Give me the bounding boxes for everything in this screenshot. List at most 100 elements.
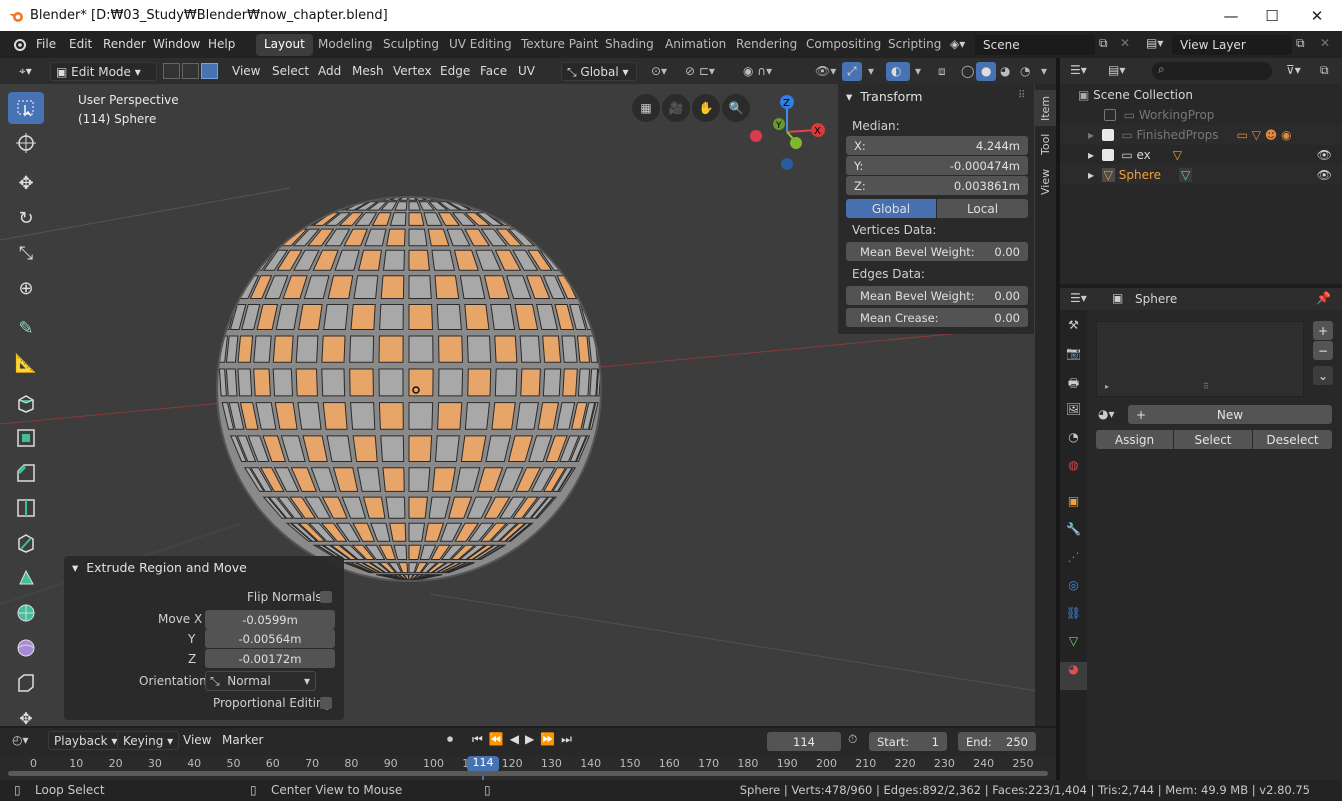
menu-file[interactable]: File (36, 37, 56, 51)
record-icon[interactable]: ⏺ (447, 732, 453, 747)
add-slot-button[interactable]: + (1313, 321, 1333, 340)
menu-help[interactable]: Help (208, 37, 235, 51)
sphere-face[interactable] (408, 368, 434, 397)
sphere-face[interactable] (408, 249, 430, 271)
tab-rendering[interactable]: Rendering (736, 37, 797, 51)
measure-tool-icon[interactable]: 📐 (8, 347, 44, 379)
shading-dropdown-icon[interactable]: ▾ (1036, 62, 1052, 81)
header-menu-add[interactable]: Add (313, 62, 346, 81)
edge-select-icon[interactable] (182, 63, 199, 79)
overlay-icon[interactable]: ◐ (886, 62, 910, 81)
global-toggle[interactable]: Global (846, 199, 936, 218)
tab-shading[interactable]: Shading (605, 37, 654, 51)
sphere-face[interactable] (434, 435, 460, 462)
sphere-face[interactable] (380, 275, 405, 299)
material-tab-icon[interactable]: ◕ (1060, 662, 1087, 690)
smooth-tool-icon[interactable] (8, 632, 44, 664)
end-frame-field[interactable]: End: 250 (958, 732, 1036, 751)
scene-collection-row[interactable]: ▣ Scene Collection (1078, 88, 1193, 102)
poly-build-tool-icon[interactable] (8, 562, 44, 594)
sphere-face[interactable] (437, 402, 463, 430)
sphere-face[interactable] (353, 275, 379, 299)
clock-icon[interactable]: ⏱ (848, 732, 857, 747)
sphere-face[interactable] (436, 304, 462, 330)
remove-slot-button[interactable]: − (1313, 341, 1333, 360)
start-frame-field[interactable]: Start: 1 (869, 732, 947, 751)
render-tab-icon[interactable]: 📷 (1060, 346, 1087, 374)
assign-button[interactable]: Assign (1096, 430, 1173, 449)
sphere-face[interactable] (408, 496, 428, 519)
eye-icon[interactable]: 👁 (1317, 168, 1332, 182)
move-z-field[interactable]: -0.00172m (205, 649, 335, 668)
proportional-editing-checkbox[interactable] (320, 697, 332, 709)
face-select-icon[interactable] (201, 63, 218, 79)
tab-tool[interactable]: Tool (1035, 128, 1056, 160)
sphere-face[interactable] (408, 522, 426, 542)
inset-faces-tool-icon[interactable] (8, 422, 44, 454)
orientation-select[interactable]: ⤡ Normal ▾ (205, 671, 316, 691)
rendered-shading-icon[interactable]: ◔ (1015, 62, 1035, 81)
area-divider[interactable] (1056, 58, 1060, 780)
view-layer-tab-icon[interactable]: 🖼 (1060, 402, 1087, 430)
tab-view[interactable]: View (1035, 164, 1056, 200)
minimize-button[interactable]: — (1208, 4, 1254, 28)
sphere-face[interactable] (272, 335, 294, 363)
knife-tool-icon[interactable] (8, 527, 44, 559)
sphere-face[interactable] (386, 228, 406, 247)
deselect-button[interactable]: Deselect (1253, 430, 1332, 449)
mean-crease-field[interactable]: Mean Crease: 0.00 (846, 308, 1028, 327)
physics-tab-icon[interactable]: ◎ (1060, 578, 1087, 606)
edge-slide-tool-icon[interactable] (8, 667, 44, 699)
world-tab-icon[interactable]: ◍ (1060, 458, 1087, 494)
new-view-layer-icon[interactable]: ⧉ (1296, 36, 1305, 51)
sphere-face[interactable] (576, 335, 591, 363)
sphere-face[interactable] (272, 368, 294, 397)
sphere-face[interactable] (295, 368, 318, 397)
timeline-editor-type-icon[interactable]: ◴▾ (12, 733, 29, 747)
transform-tool-icon[interactable]: ⊕ (8, 272, 44, 304)
vertex-select-icon[interactable] (163, 63, 180, 79)
sphere-face[interactable] (491, 402, 516, 430)
sphere-face[interactable] (561, 335, 578, 363)
sphere-face[interactable] (253, 368, 271, 397)
gizmo-dropdown-icon[interactable]: ▾ (863, 62, 879, 81)
tab-modeling[interactable]: Modeling (318, 37, 373, 51)
sphere-face[interactable] (237, 368, 253, 397)
select-button[interactable]: Select (1174, 430, 1252, 449)
gizmo-icon[interactable]: ⤢ (842, 62, 862, 81)
header-menu-select[interactable]: Select (267, 62, 314, 81)
sphere-face[interactable] (460, 435, 487, 462)
annotate-tool-icon[interactable]: ✎ (8, 312, 44, 344)
playhead[interactable]: 114 (467, 756, 499, 772)
header-menu-vertex[interactable]: Vertex (388, 62, 437, 81)
scale-tool-icon[interactable]: ⤡ (8, 237, 44, 269)
xray-icon[interactable]: ⧈ (933, 62, 951, 81)
scene-tab-icon[interactable]: ◔ (1060, 430, 1087, 458)
sphere-face[interactable] (378, 402, 404, 430)
local-toggle[interactable]: Local (937, 199, 1028, 218)
sphere-face[interactable] (408, 228, 428, 247)
sphere-face[interactable] (434, 275, 460, 299)
navigation-gizmo[interactable]: Z X Y (748, 90, 830, 178)
snap-icon[interactable]: ⊘ ⊏▾ (680, 62, 720, 81)
sphere-face[interactable] (515, 402, 539, 430)
operator-header[interactable]: ▾ Extrude Region and Move (72, 560, 247, 575)
sphere-face[interactable] (378, 335, 404, 363)
sphere-face[interactable] (380, 435, 405, 462)
timeline-ruler[interactable]: 0102030405060708090100110120130140150160… (0, 756, 1056, 780)
sphere-face[interactable] (589, 368, 599, 397)
timeline-menu-marker[interactable]: Marker (217, 731, 268, 750)
sphere-face[interactable] (408, 275, 432, 299)
sphere-face[interactable] (466, 335, 492, 363)
sphere-face[interactable] (326, 435, 353, 462)
delete-view-layer-icon[interactable]: ✕ (1320, 36, 1330, 50)
display-mode-icon[interactable]: ▤▾ (1108, 63, 1125, 77)
eye-icon[interactable]: 👁 (1317, 148, 1332, 162)
sphere-face[interactable] (562, 368, 578, 397)
particles-tab-icon[interactable]: ⋰ (1060, 550, 1087, 578)
vertex-bevel-weight-field[interactable]: Mean Bevel Weight: 0.00 (846, 242, 1028, 261)
sphere-face[interactable] (321, 368, 346, 397)
sphere-face[interactable] (379, 304, 404, 330)
sphere-face[interactable] (322, 402, 348, 430)
cursor-tool-icon[interactable] (8, 127, 44, 159)
